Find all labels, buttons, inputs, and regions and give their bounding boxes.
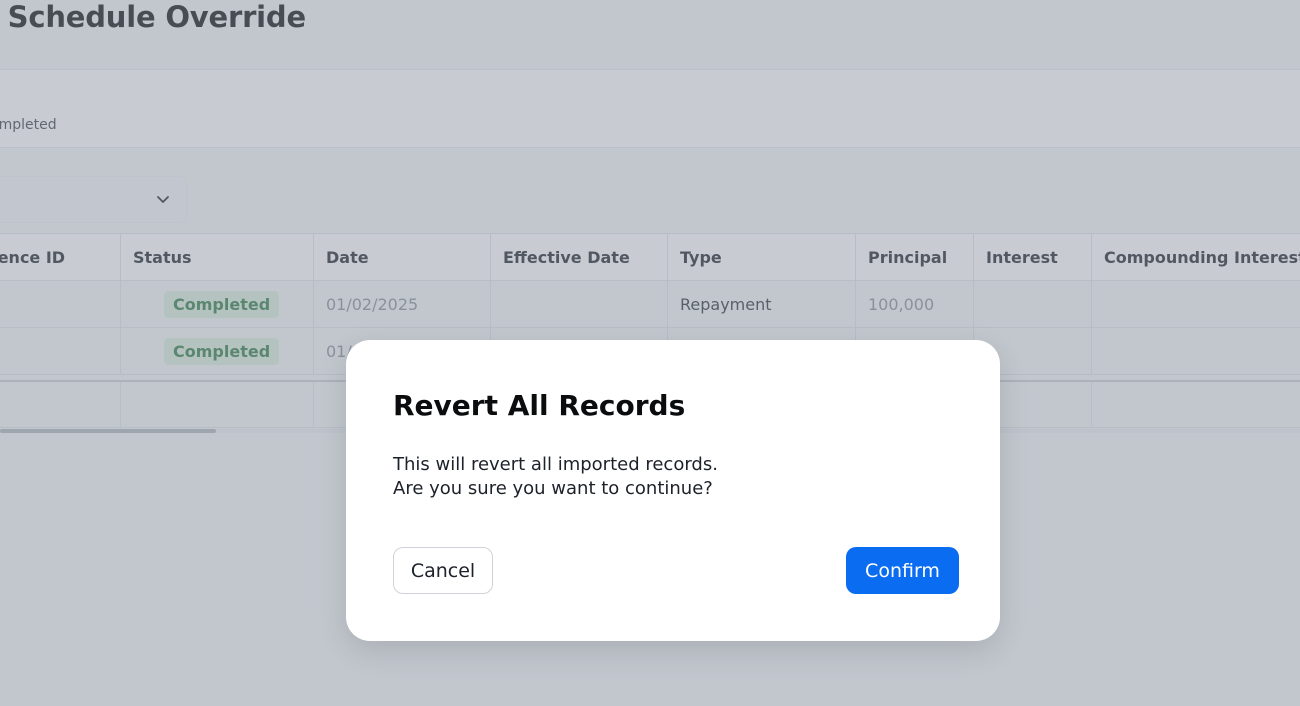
revert-confirmation-dialog: Revert All Records This will revert all …	[346, 340, 1000, 641]
dialog-message-line-1: This will revert all imported records.	[393, 454, 718, 475]
dialog-message-line-2: Are you sure you want to continue?	[393, 478, 713, 499]
confirm-button[interactable]: Confirm	[846, 547, 959, 594]
dialog-title: Revert All Records	[393, 389, 686, 422]
dialog-message: This will revert all imported records. A…	[393, 453, 718, 501]
cancel-button[interactable]: Cancel	[393, 547, 493, 594]
